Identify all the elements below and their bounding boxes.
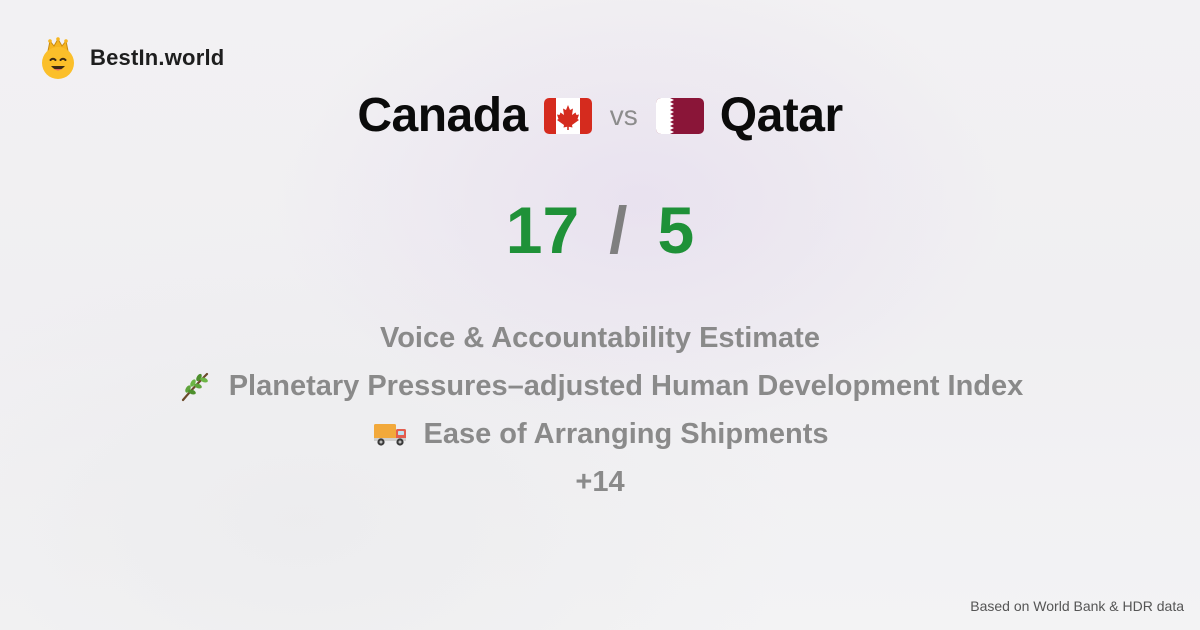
- brand[interactable]: BestIn.world: [40, 37, 224, 79]
- left-country-name: Canada: [357, 89, 528, 142]
- metric-label: Voice & Accountability Estimate: [380, 321, 820, 354]
- right-score: 5: [657, 193, 695, 267]
- brand-name: BestIn.world: [90, 45, 225, 70]
- matchup-title: Canada vs Qatar: [0, 88, 1200, 143]
- score-display: 17 / 5: [0, 192, 1200, 268]
- left-score: 17: [505, 193, 580, 267]
- canada-flag-icon: [543, 97, 592, 134]
- herb-icon: [181, 372, 208, 402]
- metric-item: Planetary Pressures–adjusted Human Devel…: [0, 362, 1200, 410]
- right-country-name: Qatar: [719, 89, 843, 142]
- score-separator: /: [609, 193, 628, 267]
- metric-item: Voice & Accountability Estimate: [0, 314, 1200, 362]
- smiling-crown-emoji-icon: [42, 37, 74, 79]
- data-source-note: Based on World Bank & HDR data: [970, 598, 1184, 614]
- qatar-flag-icon: [655, 97, 704, 134]
- delivery-truck-icon: [373, 424, 406, 446]
- vs-label: vs: [609, 99, 638, 131]
- more-metrics-count: +14: [575, 466, 625, 498]
- metric-label: Ease of Arranging Shipments: [423, 417, 829, 450]
- metric-list: Voice & Accountability Estimate Planetar…: [0, 314, 1200, 506]
- metric-label: Planetary Pressures–adjusted Human Devel…: [228, 369, 1024, 402]
- metric-item: Ease of Arranging Shipments: [0, 410, 1200, 458]
